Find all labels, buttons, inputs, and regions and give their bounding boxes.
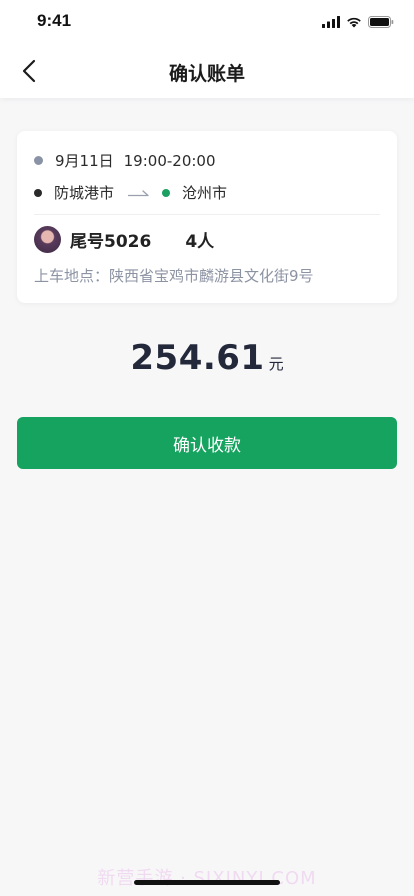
trip-card: 9月11日 19:00-20:00 防城港市 沧州市 尾号5026 4人 上车地… <box>17 131 397 303</box>
home-indicator <box>134 880 280 885</box>
trip-route-row: 防城港市 沧州市 <box>34 182 227 203</box>
wifi-icon <box>347 17 361 28</box>
page-title: 确认账单 <box>168 63 245 85</box>
route-arrow-icon <box>128 189 149 196</box>
battery-icon <box>368 16 394 28</box>
status-icons <box>322 14 394 30</box>
destination-dot-icon <box>162 188 171 197</box>
pickup-location: 上车地点：陕西省宝鸡市麟游县文化街9号 <box>34 265 314 286</box>
divider <box>34 214 380 215</box>
price-display: 254.61 元 <box>0 338 414 378</box>
signal-icon <box>322 16 340 28</box>
status-time: 9:41 <box>37 11 72 30</box>
confirm-payment-button[interactable]: 确认收款 <box>17 417 397 469</box>
trip-date: 9月11日 <box>55 152 114 170</box>
origin-dot-icon <box>34 188 42 197</box>
price-amount: 254.61 <box>130 338 265 378</box>
watermark: 新营手游 · SIXINYI.COM <box>97 868 317 889</box>
passenger-phone-tail: 尾号5026 <box>70 232 152 252</box>
nav-bar: 确认账单 <box>0 44 414 98</box>
destination-city: 沧州市 <box>182 184 228 202</box>
pickup-address: 陕西省宝鸡市麟游县文化街9号 <box>109 267 314 285</box>
passenger-row: 尾号5026 4人 <box>34 226 214 253</box>
avatar <box>34 226 61 253</box>
header: 9:41 确认账单 <box>0 0 414 98</box>
trip-time-row: 9月11日 19:00-20:00 <box>34 150 216 171</box>
trip-time-range: 19:00-20:00 <box>123 151 216 170</box>
price-unit: 元 <box>268 355 284 373</box>
clock-icon <box>34 156 43 165</box>
pickup-label: 上车地点： <box>34 267 110 285</box>
status-bar: 9:41 <box>0 0 414 44</box>
origin-city: 防城港市 <box>54 184 115 202</box>
passenger-count: 4人 <box>185 232 215 252</box>
